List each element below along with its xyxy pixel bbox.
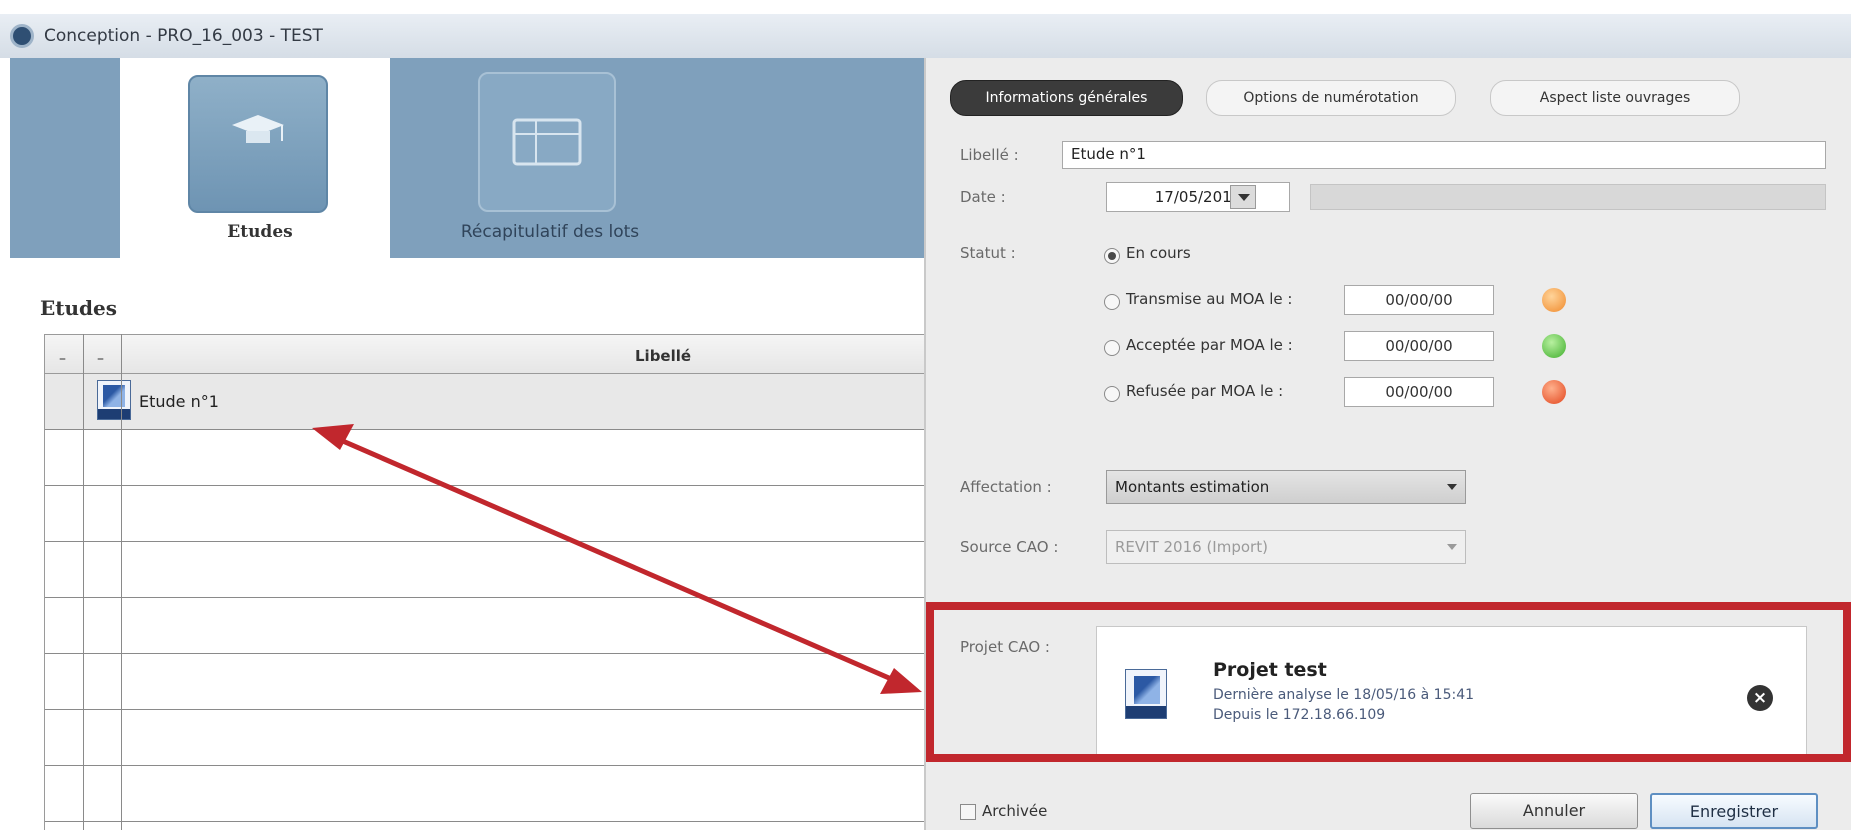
affectation-select[interactable]: Montants estimation bbox=[1106, 470, 1466, 504]
radio-acceptee[interactable] bbox=[1104, 340, 1120, 356]
statut-label: Statut : bbox=[960, 244, 1016, 262]
row-label: Etude n°1 bbox=[139, 392, 219, 411]
summary-board-icon bbox=[512, 118, 582, 166]
save-button[interactable]: Enregistrer bbox=[1650, 793, 1818, 829]
ribbon-etudes-button[interactable] bbox=[188, 75, 328, 213]
radio-transmise-label: Transmise au MOA le : bbox=[1126, 290, 1293, 308]
column-header-2[interactable]: – bbox=[97, 351, 104, 367]
graduation-cap-icon bbox=[232, 115, 284, 143]
app-logo-icon bbox=[10, 24, 34, 48]
column-divider bbox=[83, 334, 84, 830]
column-header-libelle[interactable]: Libellé bbox=[635, 347, 691, 365]
window-title: Conception - PRO_16_003 - TEST bbox=[44, 26, 323, 46]
ribbon-recap-button[interactable] bbox=[478, 72, 616, 212]
libelle-field[interactable]: Etude n°1 bbox=[1062, 141, 1826, 169]
section-title: Etudes bbox=[40, 296, 117, 320]
table-row[interactable] bbox=[45, 430, 931, 486]
cancel-button[interactable]: Annuler bbox=[1470, 793, 1638, 829]
title-bar: Conception - PRO_16_003 - TEST bbox=[0, 14, 1851, 58]
bim-file-icon bbox=[97, 380, 131, 420]
table-row[interactable] bbox=[45, 598, 931, 654]
libelle-label: Libellé : bbox=[960, 146, 1019, 164]
transmise-date-field[interactable]: 00/00/00 bbox=[1344, 285, 1494, 315]
affectation-value: Montants estimation bbox=[1115, 478, 1270, 496]
status-refusee-icon bbox=[1542, 380, 1566, 404]
radio-refusee-label: Refusée par MOA le : bbox=[1126, 382, 1284, 400]
column-divider bbox=[121, 334, 122, 830]
acceptee-date-field[interactable]: 00/00/00 bbox=[1344, 331, 1494, 361]
highlight-box bbox=[926, 602, 1851, 762]
radio-transmise[interactable] bbox=[1104, 294, 1120, 310]
source-cao-value: REVIT 2016 (Import) bbox=[1115, 538, 1268, 556]
app-window: Conception - PRO_16_003 - TEST Etudes Ré… bbox=[0, 0, 1851, 830]
date-field[interactable]: 17/05/2016 bbox=[1106, 182, 1290, 212]
date-dropdown-button[interactable] bbox=[1230, 185, 1256, 209]
ribbon-recap-label: Récapitulatif des lots bbox=[460, 222, 640, 242]
radio-en-cours-label: En cours bbox=[1126, 244, 1191, 262]
archivee-checkbox[interactable] bbox=[960, 804, 976, 820]
table-row[interactable] bbox=[45, 486, 931, 542]
chevron-down-icon bbox=[1447, 484, 1457, 490]
status-transmise-icon bbox=[1542, 288, 1566, 312]
radio-en-cours[interactable] bbox=[1104, 248, 1120, 264]
radio-acceptee-label: Acceptée par MOA le : bbox=[1126, 336, 1293, 354]
table-row[interactable]: Etude n°1 bbox=[45, 374, 931, 430]
table-row[interactable] bbox=[45, 654, 931, 710]
tab-aspect-liste[interactable]: Aspect liste ouvrages bbox=[1490, 80, 1740, 116]
etudes-grid: – – Libellé Etude n°1 bbox=[44, 334, 931, 830]
source-cao-select[interactable]: REVIT 2016 (Import) bbox=[1106, 530, 1466, 564]
tab-informations-generales[interactable]: Informations générales bbox=[950, 80, 1183, 116]
ribbon-etudes-label: Etudes bbox=[227, 222, 293, 242]
chevron-down-icon bbox=[1447, 544, 1457, 550]
table-row[interactable] bbox=[45, 766, 931, 822]
refusee-date-field[interactable]: 00/00/00 bbox=[1344, 377, 1494, 407]
table-row[interactable] bbox=[45, 710, 931, 766]
date-label: Date : bbox=[960, 188, 1006, 206]
tab-options-numerotation[interactable]: Options de numérotation bbox=[1206, 80, 1456, 116]
grid-header: – – Libellé bbox=[45, 334, 931, 374]
column-header-1[interactable]: – bbox=[59, 351, 66, 367]
source-cao-label: Source CAO : bbox=[960, 538, 1059, 556]
affectation-label: Affectation : bbox=[960, 478, 1052, 496]
archivee-label: Archivée bbox=[982, 802, 1048, 820]
table-row[interactable] bbox=[45, 542, 931, 598]
status-acceptee-icon bbox=[1542, 334, 1566, 358]
date-bar bbox=[1310, 184, 1826, 210]
radio-refusee[interactable] bbox=[1104, 386, 1120, 402]
